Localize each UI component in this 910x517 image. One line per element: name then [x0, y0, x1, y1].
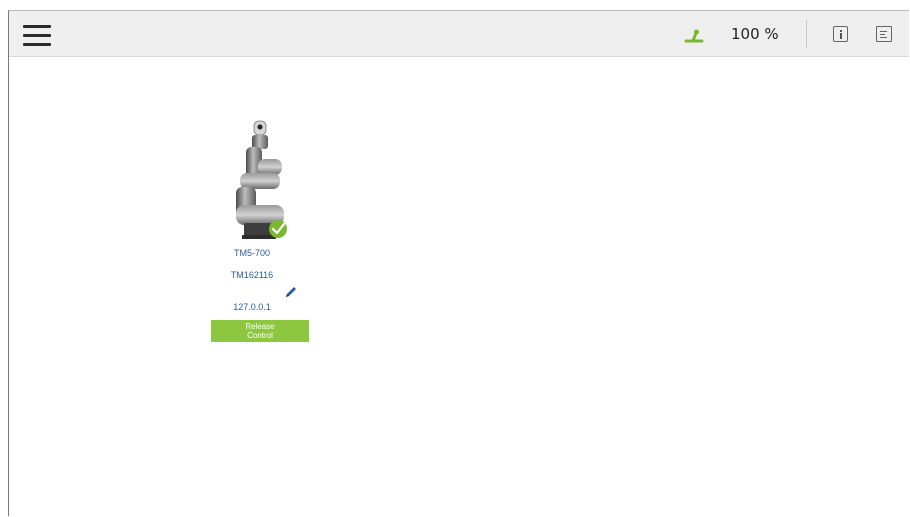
robot-serial-label: TM162116: [230, 270, 274, 280]
edit-pencil-icon[interactable]: [284, 285, 298, 299]
robot-card[interactable]: TM5-700 TM162116 127.0.0.1 Release Contr…: [202, 113, 309, 343]
release-control-button[interactable]: Release Control: [211, 320, 309, 342]
app-window: 100 % TM5-700 TM162116 127.0.0.1 Release…: [8, 10, 909, 516]
hamburger-menu-icon[interactable]: [23, 25, 51, 47]
info-icon[interactable]: [833, 26, 848, 42]
robot-arm-image: [236, 120, 287, 239]
connected-check-icon: [269, 220, 287, 238]
robot-model-label: TM5-700: [233, 248, 270, 258]
speed-value[interactable]: 100 %: [731, 25, 779, 43]
toolbar-divider: [806, 20, 807, 48]
speed-indicator-icon[interactable]: [684, 28, 704, 44]
top-bar: 100 %: [9, 11, 909, 57]
log-icon[interactable]: [876, 26, 892, 42]
robot-ip-label: 127.0.0.1: [233, 302, 271, 312]
